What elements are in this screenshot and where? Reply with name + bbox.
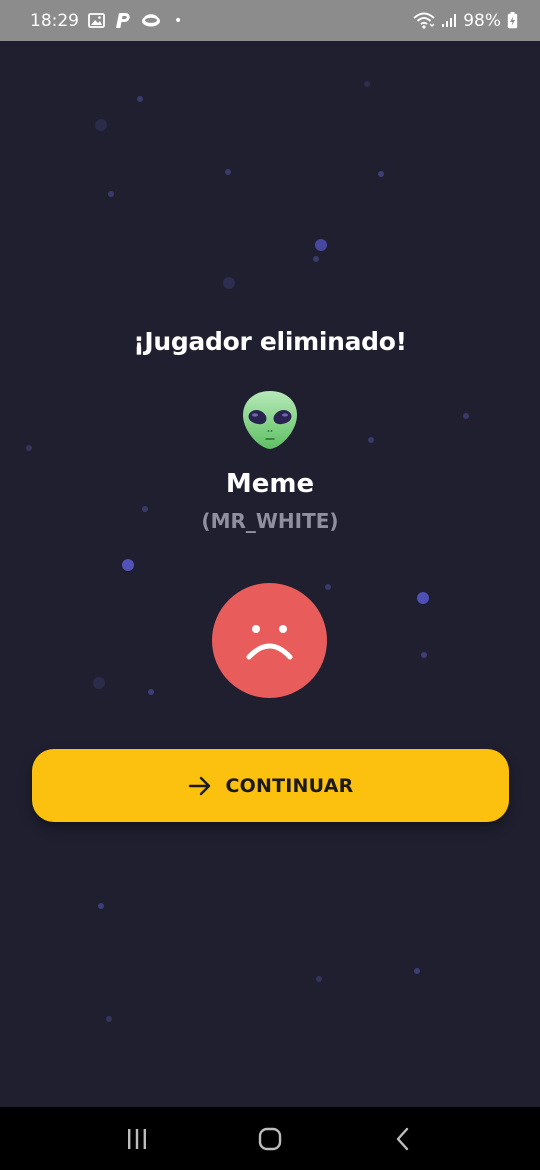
signal-icon (441, 13, 457, 28)
background-star (414, 968, 420, 974)
background-star (93, 677, 105, 689)
recent-apps-button[interactable] (107, 1114, 167, 1164)
background-star (108, 191, 114, 197)
continue-button-label: CONTINUAR (225, 774, 354, 797)
background-star (368, 437, 374, 443)
background-star (364, 81, 370, 87)
status-bar: 18:29 • 98% (0, 0, 540, 41)
status-time: 18:29 (30, 10, 79, 31)
background-star (223, 277, 235, 289)
background-star (315, 239, 327, 251)
background-star (421, 652, 427, 658)
messaging-icon (141, 13, 161, 28)
arrow-right-icon (188, 776, 212, 796)
background-star (122, 559, 134, 571)
background-star (148, 689, 154, 695)
alien-icon (241, 389, 299, 451)
battery-percent: 98% (463, 10, 501, 31)
continue-button[interactable]: CONTINUAR (32, 749, 509, 822)
app-screen: ¡Jugador eliminado! Meme (MR_WHITE) CONT… (0, 41, 540, 1107)
sad-face-icon (212, 583, 327, 698)
player-name: Meme (225, 469, 315, 499)
background-star (378, 171, 384, 177)
background-star (225, 169, 231, 175)
background-star (98, 903, 104, 909)
home-icon (258, 1127, 282, 1150)
screen-title: ¡Jugador eliminado! (133, 327, 407, 356)
navigation-bar (0, 1107, 540, 1170)
background-star (316, 976, 322, 982)
back-icon (397, 1127, 409, 1150)
home-button[interactable] (240, 1114, 300, 1164)
background-star (463, 413, 469, 419)
notification-dot: • (174, 12, 183, 29)
wifi-icon (413, 12, 435, 29)
gallery-icon (88, 13, 105, 28)
status-right: 98% (413, 11, 518, 31)
battery-charging-icon (507, 12, 518, 29)
player-role: (MR_WHITE) (201, 509, 339, 533)
back-button[interactable] (373, 1114, 433, 1164)
background-star (137, 96, 143, 102)
background-star (417, 592, 429, 604)
background-star (26, 445, 32, 451)
recent-apps-icon (127, 1128, 146, 1149)
background-star (95, 119, 107, 131)
background-star (106, 1016, 112, 1022)
background-star (313, 256, 319, 262)
status-left: 18:29 • (30, 11, 182, 31)
paypal-icon (114, 12, 132, 29)
